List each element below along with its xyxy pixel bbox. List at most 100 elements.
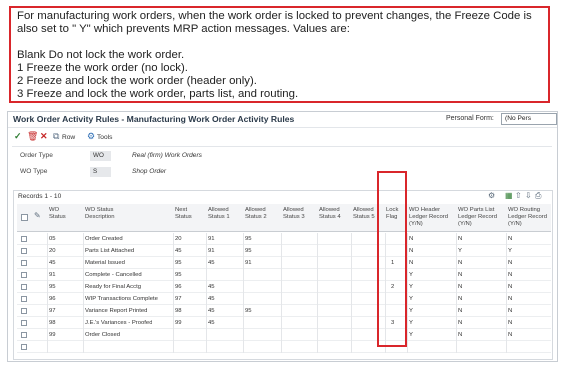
col-header-lock-flag[interactable]: Lock Flag — [386, 204, 408, 232]
row-menu[interactable]: Row — [62, 132, 75, 143]
table-row[interactable]: 98 J.E.'s Variances - Proofed 99 45 3 Y N N — [17, 317, 551, 329]
row-checkbox[interactable] — [21, 236, 27, 242]
cell-hdr[interactable]: Y — [409, 317, 413, 329]
cell-routing[interactable]: N — [508, 269, 512, 281]
cell-routing[interactable]: N — [508, 281, 512, 293]
cell-routing[interactable]: N — [508, 293, 512, 305]
delete-trash-icon[interactable]: 🗑 — [27, 131, 38, 142]
table-row[interactable]: 95 Ready for Final Acctg 96 45 2 Y N N — [17, 281, 551, 293]
cell-next[interactable]: 95 — [175, 257, 182, 269]
col-header-wo-parts-ledger[interactable]: WO Parts List Ledger Record (Y/N) — [458, 204, 506, 232]
col-header-allowed-3[interactable]: Allowed Status 3 — [283, 204, 317, 232]
cell-next[interactable]: 95 — [175, 269, 182, 281]
row-checkbox[interactable] — [21, 248, 27, 254]
cell-parts[interactable]: N — [458, 317, 462, 329]
cell-status[interactable]: 45 — [49, 257, 56, 269]
cell-desc[interactable]: Order Closed — [85, 329, 120, 341]
cell-desc[interactable]: Parts List Attached — [85, 245, 134, 257]
col-header-wo-header-ledger[interactable]: WO Header Ledger Record (Y/N) — [409, 204, 457, 232]
row-checkbox[interactable] — [21, 272, 27, 278]
personal-form-select[interactable]: (No Pers — [501, 113, 557, 125]
col-header-allowed-2[interactable]: Allowed Status 2 — [245, 204, 279, 232]
upload-icon[interactable]: ⇧ — [515, 191, 522, 201]
cell-desc[interactable]: Order Created — [85, 233, 123, 245]
cell-a2[interactable]: 95 — [245, 233, 252, 245]
cell-routing[interactable]: N — [508, 317, 512, 329]
col-header-allowed-1[interactable]: Allowed Status 1 — [208, 204, 242, 232]
row-checkbox[interactable] — [21, 308, 27, 314]
cell-desc[interactable]: Variance Report Printed — [85, 305, 147, 317]
col-header-next-status[interactable]: Next Status — [175, 204, 203, 232]
cell-hdr[interactable]: Y — [409, 305, 413, 317]
cell-hdr[interactable]: Y — [409, 293, 413, 305]
cell-routing[interactable]: N — [508, 257, 512, 269]
cell-status[interactable]: 20 — [49, 245, 56, 257]
cell-a1[interactable]: 45 — [208, 293, 215, 305]
cell-next[interactable]: 97 — [175, 293, 182, 305]
cell-desc[interactable]: Ready for Final Acctg — [85, 281, 141, 293]
cell-a1[interactable]: 91 — [208, 233, 215, 245]
cell-routing[interactable]: N — [508, 305, 512, 317]
cell-parts[interactable]: N — [458, 293, 462, 305]
cell-desc[interactable]: Material Issued — [85, 257, 125, 269]
print-icon[interactable]: ⎙ — [535, 191, 541, 201]
cell-status[interactable]: 91 — [49, 269, 56, 281]
download-icon[interactable]: ⇩ — [525, 191, 532, 201]
cell-status[interactable]: 05 — [49, 233, 56, 245]
order-type-field[interactable]: WO — [90, 151, 111, 161]
grid-settings-icon[interactable]: ⚙ — [488, 191, 495, 201]
cell-status[interactable]: 97 — [49, 305, 56, 317]
cell-a2[interactable]: 95 — [245, 305, 252, 317]
cell-parts[interactable]: N — [458, 257, 462, 269]
col-header-allowed-4[interactable]: Allowed Status 4 — [319, 204, 353, 232]
cell-lock[interactable]: 1 — [391, 257, 394, 269]
table-row[interactable]: 05 Order Created 20 91 95 N N N — [17, 233, 551, 245]
cell-parts[interactable]: N — [458, 329, 462, 341]
cell-routing[interactable]: N — [508, 233, 512, 245]
cell-parts[interactable]: N — [458, 281, 462, 293]
tools-menu[interactable]: Tools — [97, 132, 112, 143]
copy-icon[interactable]: ⧉ — [53, 131, 59, 142]
cell-hdr[interactable]: N — [409, 233, 413, 245]
cell-next[interactable]: 99 — [175, 317, 182, 329]
cell-a1[interactable]: 45 — [208, 317, 215, 329]
cell-status[interactable]: 98 — [49, 317, 56, 329]
cell-hdr[interactable]: N — [409, 245, 413, 257]
table-row[interactable]: 45 Material Issued 95 45 91 1 N N N — [17, 257, 551, 269]
select-all-checkbox[interactable] — [21, 214, 28, 221]
cell-hdr[interactable]: N — [409, 257, 413, 269]
cell-next[interactable]: 20 — [175, 233, 182, 245]
row-checkbox[interactable] — [21, 260, 27, 266]
table-row[interactable]: 99 Order Closed Y N N — [17, 329, 551, 341]
cell-routing[interactable]: Y — [508, 245, 512, 257]
cell-status[interactable]: 96 — [49, 293, 56, 305]
cell-a1[interactable]: 45 — [208, 281, 215, 293]
ok-check-icon[interactable]: ✓ — [14, 131, 22, 142]
cancel-x-icon[interactable]: ✕ — [40, 131, 48, 142]
cell-lock[interactable]: 2 — [391, 281, 394, 293]
cell-next[interactable]: 96 — [175, 281, 182, 293]
col-header-wo-routing-ledger[interactable]: WO Routing Ledger Record (Y/N) — [508, 204, 551, 232]
cell-desc[interactable]: J.E.'s Variances - Proofed — [85, 317, 152, 329]
cell-a1[interactable]: 45 — [208, 305, 215, 317]
cell-next[interactable]: 45 — [175, 245, 182, 257]
table-row[interactable]: 96 WIP Transactions Complete 97 45 Y N N — [17, 293, 551, 305]
cell-parts[interactable]: Y — [458, 245, 462, 257]
cell-routing[interactable]: N — [508, 329, 512, 341]
row-checkbox[interactable] — [21, 332, 27, 338]
cell-a1[interactable]: 45 — [208, 257, 215, 269]
table-row[interactable]: 97 Variance Report Printed 98 45 95 Y N N — [17, 305, 551, 317]
cell-parts[interactable]: N — [458, 233, 462, 245]
export-excel-icon[interactable]: ▦ — [505, 191, 513, 201]
cell-next[interactable]: 98 — [175, 305, 182, 317]
col-header-description[interactable]: WO Status Description — [85, 204, 175, 232]
cell-lock[interactable]: 3 — [391, 317, 394, 329]
table-row[interactable] — [17, 341, 551, 353]
cell-a2[interactable]: 91 — [245, 257, 252, 269]
cell-status[interactable]: 99 — [49, 329, 56, 341]
col-header-allowed-5[interactable]: Allowed Status 5 — [353, 204, 385, 232]
cell-a2[interactable]: 95 — [245, 245, 252, 257]
row-checkbox[interactable] — [21, 296, 27, 302]
table-row[interactable]: 91 Complete - Cancelled 95 Y N N — [17, 269, 551, 281]
col-header-wo-status[interactable]: WO Status — [49, 204, 77, 232]
